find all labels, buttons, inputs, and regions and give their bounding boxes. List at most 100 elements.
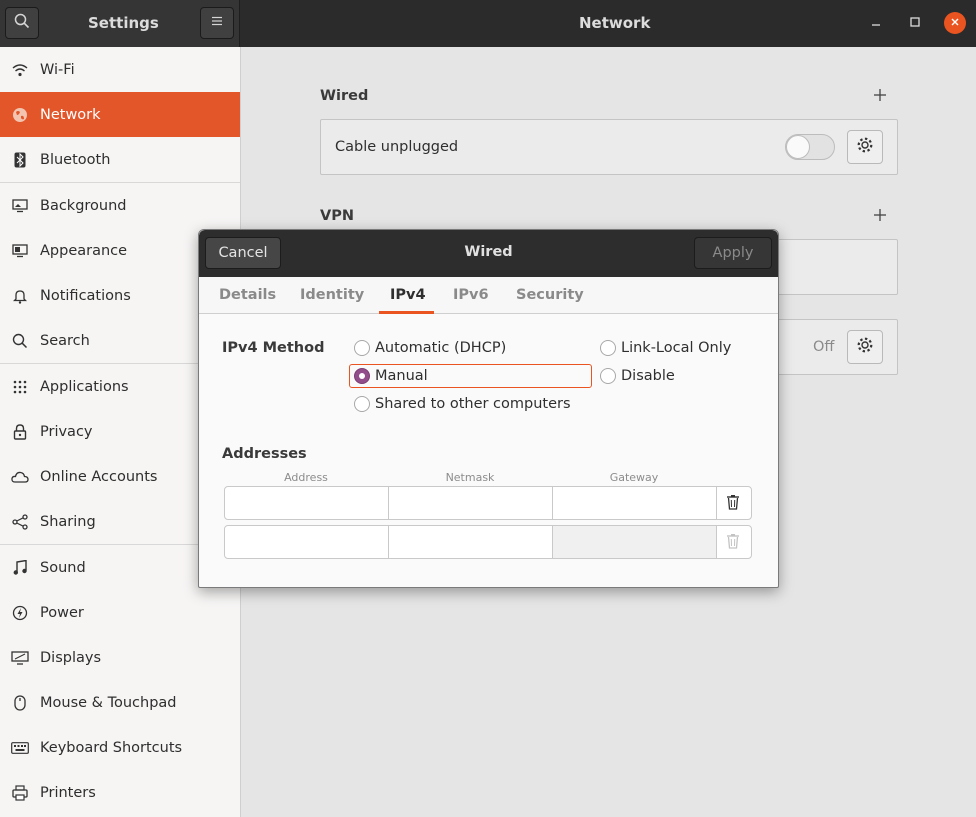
maximize-icon	[910, 15, 920, 31]
sidebar-item-network[interactable]: Network	[0, 92, 240, 137]
sidebar-item-mouse-touchpad[interactable]: Mouse & Touchpad	[0, 680, 240, 725]
sidebar-item-printers[interactable]: Printers	[0, 770, 240, 815]
sidebar-item-label: Bluetooth	[40, 151, 111, 168]
sidebar-item-keyboard-shortcuts[interactable]: Keyboard Shortcuts	[0, 725, 240, 770]
menu-button[interactable]	[200, 7, 234, 39]
method-disable-label: Disable	[621, 368, 675, 384]
cloud-icon	[11, 468, 29, 486]
active-tab-indicator	[379, 311, 434, 314]
addresses-label: Addresses	[222, 446, 307, 462]
radio-icon	[600, 368, 616, 384]
gateway-input-disabled	[553, 526, 717, 558]
app-title: Settings	[88, 14, 159, 32]
proxy-settings-button[interactable]	[847, 330, 883, 364]
sidebar-item-label: Printers	[40, 784, 96, 801]
power-icon	[11, 604, 29, 622]
sidebar-item-wifi[interactable]: Wi-Fi	[0, 47, 240, 92]
sidebar-item-background[interactable]: Background	[0, 183, 240, 228]
network-globe-icon	[11, 106, 29, 124]
sidebar-item-label: Search	[40, 332, 90, 349]
plus-icon	[873, 83, 887, 107]
delete-row-button[interactable]	[723, 494, 743, 514]
method-manual-radio[interactable]: Manual	[354, 368, 428, 384]
sidebar-item-label: Appearance	[40, 242, 128, 259]
address-row	[224, 486, 752, 520]
vpn-section-title: VPN	[320, 208, 354, 224]
tab-details[interactable]: Details	[219, 287, 276, 303]
sidebar-item-displays[interactable]: Displays	[0, 635, 240, 680]
tab-ipv4[interactable]: IPv4	[390, 287, 426, 303]
printer-icon	[11, 784, 29, 802]
sidebar-header: Settings	[0, 0, 240, 47]
netmask-input[interactable]	[389, 526, 553, 558]
search-icon	[14, 13, 30, 33]
close-button[interactable]	[944, 12, 966, 34]
minimize-icon	[871, 15, 881, 31]
wired-toggle-switch[interactable]	[785, 134, 835, 160]
dialog-title: Wired	[464, 244, 513, 260]
sidebar-item-label: Power	[40, 604, 84, 621]
column-header-gateway: Gateway	[609, 471, 659, 484]
sidebar-item-label: Wi-Fi	[40, 61, 75, 78]
close-icon	[950, 16, 960, 30]
method-manual-label: Manual	[375, 368, 428, 384]
address-row	[224, 525, 752, 559]
proxy-status: Off	[813, 339, 835, 355]
tab-ipv6[interactable]: IPv6	[453, 287, 489, 303]
add-wired-button[interactable]	[873, 83, 887, 107]
dialog-tabs: Details Identity IPv4 IPv6 Security	[199, 277, 778, 314]
hamburger-menu-icon	[211, 15, 223, 31]
netmask-input[interactable]	[389, 487, 553, 519]
display-icon	[11, 649, 29, 667]
bell-icon	[11, 287, 29, 305]
sidebar-item-label: Sound	[40, 559, 86, 576]
radio-icon	[354, 396, 370, 412]
sidebar-item-power[interactable]: Power	[0, 590, 240, 635]
address-input[interactable]	[225, 487, 389, 519]
radio-checked-icon	[354, 368, 370, 384]
sidebar-item-label: Applications	[40, 378, 129, 395]
sidebar-item-label: Mouse & Touchpad	[40, 694, 177, 711]
sidebar-item-label: Keyboard Shortcuts	[40, 739, 183, 756]
add-vpn-button[interactable]	[873, 203, 887, 227]
method-disable-radio[interactable]: Disable	[600, 368, 675, 384]
applications-grid-icon	[11, 378, 29, 396]
sidebar-item-label: Notifications	[40, 287, 131, 304]
tab-security[interactable]: Security	[516, 287, 584, 303]
gateway-input[interactable]	[553, 487, 717, 519]
method-shared-radio[interactable]: Shared to other computers	[354, 396, 571, 412]
maximize-button[interactable]	[904, 12, 926, 34]
background-icon	[11, 197, 29, 215]
sidebar-item-label: Online Accounts	[40, 468, 158, 485]
gear-icon	[856, 136, 874, 158]
music-note-icon	[11, 559, 29, 577]
search-button[interactable]	[5, 7, 39, 39]
method-link-local-radio[interactable]: Link-Local Only	[600, 340, 731, 356]
wired-connection-row: Cable unplugged	[320, 119, 898, 175]
tab-identity[interactable]: Identity	[300, 287, 364, 303]
minimize-button[interactable]	[865, 12, 887, 34]
dialog-header: Cancel Wired Apply	[199, 230, 778, 277]
sidebar-item-bluetooth[interactable]: Bluetooth	[0, 137, 240, 182]
sidebar-item-label: Displays	[40, 649, 102, 666]
gear-icon	[856, 336, 874, 358]
keyboard-icon	[11, 739, 29, 757]
bluetooth-icon	[11, 151, 29, 169]
plus-icon	[873, 203, 887, 227]
appearance-icon	[11, 242, 29, 260]
wired-section-title: Wired	[320, 88, 369, 104]
method-link-local-label: Link-Local Only	[621, 340, 732, 356]
sidebar-item-label: Sharing	[40, 513, 96, 530]
wired-settings-button[interactable]	[847, 130, 883, 164]
apply-button[interactable]: Apply	[694, 237, 772, 269]
sidebar-item-label: Background	[40, 197, 127, 214]
sidebar-item-label: Network	[40, 106, 101, 123]
radio-icon	[354, 340, 370, 356]
toggle-knob	[786, 135, 810, 159]
share-icon	[11, 513, 29, 531]
delete-row-button-disabled	[723, 533, 743, 553]
wired-settings-dialog: Cancel Wired Apply Details Identity IPv4…	[198, 229, 779, 588]
method-automatic-radio[interactable]: Automatic (DHCP)	[354, 340, 506, 356]
address-input[interactable]	[225, 526, 389, 558]
trash-icon	[726, 494, 740, 514]
